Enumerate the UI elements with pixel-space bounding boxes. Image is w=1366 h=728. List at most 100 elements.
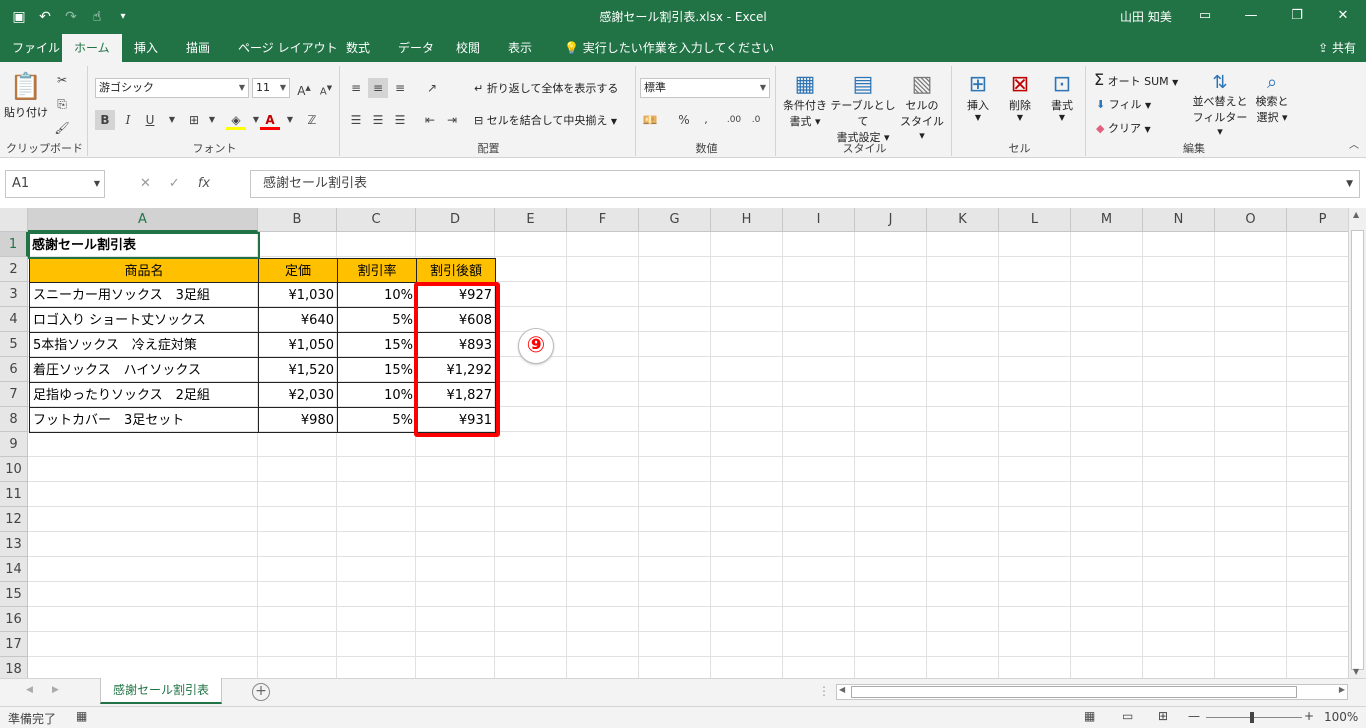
column-header-p[interactable]: P xyxy=(1287,208,1348,232)
add-sheet-icon[interactable]: + xyxy=(252,683,270,701)
italic-button[interactable]: I xyxy=(118,110,138,130)
horizontal-scroll-thumb[interactable] xyxy=(851,686,1297,698)
cell-product-name[interactable]: ロゴ入り ショート丈ソックス xyxy=(29,308,259,333)
column-header-e[interactable]: E xyxy=(495,208,567,232)
column-header-d[interactable]: D xyxy=(416,208,495,232)
tab-insert[interactable]: 挿入 xyxy=(122,34,170,62)
header-cell-discount-rate[interactable]: 割引率 xyxy=(338,258,417,283)
row-header-14[interactable]: 14 xyxy=(0,557,28,582)
tab-review[interactable]: 校閲 xyxy=(444,34,492,62)
header-cell-product[interactable]: 商品名 xyxy=(29,258,259,283)
next-sheet-icon[interactable]: ▶ xyxy=(52,685,59,695)
cell-discount-rate[interactable]: 10% xyxy=(338,283,417,308)
cell-discount-rate[interactable]: 5% xyxy=(338,408,417,433)
row-header-8[interactable]: 8 xyxy=(0,407,28,432)
insert-cells-button[interactable]: ⊞ 挿入 ▼ xyxy=(958,72,998,122)
row-header-12[interactable]: 12 xyxy=(0,507,28,532)
cell-product-name[interactable]: 着圧ソックス ハイソックス xyxy=(29,358,259,383)
insert-function-icon[interactable]: fx xyxy=(198,170,210,198)
cell-list-price[interactable]: ¥980 xyxy=(259,408,338,433)
cell-discount-rate[interactable]: 15% xyxy=(338,358,417,383)
row-header-17[interactable]: 17 xyxy=(0,632,28,657)
scroll-left-icon[interactable]: ◀ xyxy=(839,685,845,694)
cell-list-price[interactable]: ¥1,050 xyxy=(259,333,338,358)
expand-formula-icon[interactable]: ▼ xyxy=(1346,171,1353,197)
row-header-6[interactable]: 6 xyxy=(0,357,28,382)
conditional-format-button[interactable]: ▦ 条件付き 書式 ▾ xyxy=(780,72,830,129)
header-cell-price[interactable]: 定価 xyxy=(259,258,338,283)
underline-button[interactable]: U xyxy=(140,110,160,130)
column-header-c[interactable]: C xyxy=(337,208,416,232)
cell-product-name[interactable]: 足指ゆったりソックス 2足組 xyxy=(29,383,259,408)
cancel-icon[interactable]: ✕ xyxy=(140,170,151,198)
column-header-m[interactable]: M xyxy=(1071,208,1143,232)
border-icon[interactable]: ⊞ xyxy=(184,110,204,130)
page-layout-view-icon[interactable]: ▭ xyxy=(1122,709,1133,723)
align-top-icon[interactable]: ≡ xyxy=(346,78,366,98)
chevron-down-icon[interactable]: ▼ xyxy=(162,110,182,130)
tab-page-layout[interactable]: ページ レイアウト xyxy=(226,34,350,62)
column-header-i[interactable]: I xyxy=(783,208,855,232)
select-all-corner[interactable] xyxy=(0,208,28,232)
sheet-tab-active[interactable]: 感謝セール割引表 xyxy=(100,678,222,704)
row-header-4[interactable]: 4 xyxy=(0,307,28,332)
increase-font-icon[interactable]: A▲ xyxy=(294,78,314,98)
increase-indent-icon[interactable]: ⇥ xyxy=(442,110,462,130)
close-icon[interactable]: ✕ xyxy=(1320,0,1366,32)
align-right-icon[interactable]: ☰ xyxy=(390,110,410,130)
align-bottom-icon[interactable]: ≡ xyxy=(390,78,410,98)
cell-list-price[interactable]: ¥2,030 xyxy=(259,383,338,408)
chevron-down-icon[interactable]: ▼ xyxy=(202,110,222,130)
fill-color-icon[interactable]: ◈ xyxy=(226,110,246,130)
column-header-g[interactable]: G xyxy=(639,208,711,232)
collapse-ribbon-icon[interactable]: ︿ xyxy=(1344,136,1364,156)
tab-draw[interactable]: 描画 xyxy=(174,34,222,62)
format-painter-icon[interactable]: 🖌 xyxy=(52,118,72,138)
cell-product-name[interactable]: フットカバー 3足セット xyxy=(29,408,259,433)
cell-product-name[interactable]: 5本指ソックス 冷え症対策 xyxy=(29,333,259,358)
cell-discount-rate[interactable]: 10% xyxy=(338,383,417,408)
horizontal-scrollbar[interactable]: ◀ ▶ xyxy=(836,684,1348,700)
zoom-level[interactable]: 100% xyxy=(1324,710,1358,724)
align-middle-icon[interactable]: ≡ xyxy=(368,78,388,98)
zoom-in-icon[interactable]: + xyxy=(1304,709,1314,723)
autosum-button[interactable]: Σ オート SUM ▼ xyxy=(1094,70,1178,89)
format-as-table-button[interactable]: ▤ テーブルとして 書式設定 ▾ xyxy=(830,72,896,145)
tell-me-box[interactable]: 💡 実行したい作業を入力してください xyxy=(552,34,786,62)
row-header-9[interactable]: 9 xyxy=(0,432,28,457)
cell-discount-rate[interactable]: 5% xyxy=(338,308,417,333)
user-name[interactable]: 山田 知美 xyxy=(1120,8,1172,25)
scroll-right-icon[interactable]: ▶ xyxy=(1339,685,1345,694)
tab-data[interactable]: データ xyxy=(386,34,446,62)
find-select-button[interactable]: ⌕ 検索と 選択 ▾ xyxy=(1250,72,1294,125)
phonetic-icon[interactable]: ℤ xyxy=(302,110,322,130)
column-header-n[interactable]: N xyxy=(1143,208,1215,232)
column-header-b[interactable]: B xyxy=(258,208,337,232)
number-format-combo[interactable]: 標準 ▼ xyxy=(640,78,770,98)
split-handle-icon[interactable]: ⋮ xyxy=(818,684,830,698)
row-header-5[interactable]: 5 xyxy=(0,332,28,357)
header-cell-discounted-price[interactable]: 割引後額 xyxy=(417,258,496,283)
increase-decimal-icon[interactable]: .00 xyxy=(724,110,744,130)
bold-button[interactable]: B xyxy=(95,110,115,130)
name-box[interactable]: A1 ▼ xyxy=(5,170,105,198)
macro-record-icon[interactable]: ▦ xyxy=(76,709,87,723)
scroll-down-icon[interactable]: ▼ xyxy=(1353,667,1359,676)
tab-formulas[interactable]: 数式 xyxy=(334,34,382,62)
row-header-2[interactable]: 2 xyxy=(0,257,28,282)
row-header-3[interactable]: 3 xyxy=(0,282,28,307)
decrease-indent-icon[interactable]: ⇤ xyxy=(420,110,440,130)
worksheet-grid[interactable]: ABCDEFGHIJKLMNOP 1 2 3 4 5 6 7 8 9 10 11 12 13 14 15 16… xyxy=(0,208,1348,678)
wrap-text-button[interactable]: ↵ 折り返して全体を表示する xyxy=(474,80,618,96)
cell-discount-rate[interactable]: 15% xyxy=(338,333,417,358)
tab-view[interactable]: 表示 xyxy=(496,34,544,62)
chevron-down-icon[interactable]: ▼ xyxy=(280,110,300,130)
decrease-decimal-icon[interactable]: .0 xyxy=(746,110,766,130)
align-left-icon[interactable]: ☰ xyxy=(346,110,366,130)
enter-icon[interactable]: ✓ xyxy=(169,170,180,198)
comma-style-icon[interactable]: , xyxy=(696,110,716,130)
font-color-icon[interactable]: A xyxy=(260,110,280,130)
minimize-icon[interactable]: — xyxy=(1228,0,1274,32)
column-header-a[interactable]: A xyxy=(28,208,258,232)
cell-list-price[interactable]: ¥1,520 xyxy=(259,358,338,383)
